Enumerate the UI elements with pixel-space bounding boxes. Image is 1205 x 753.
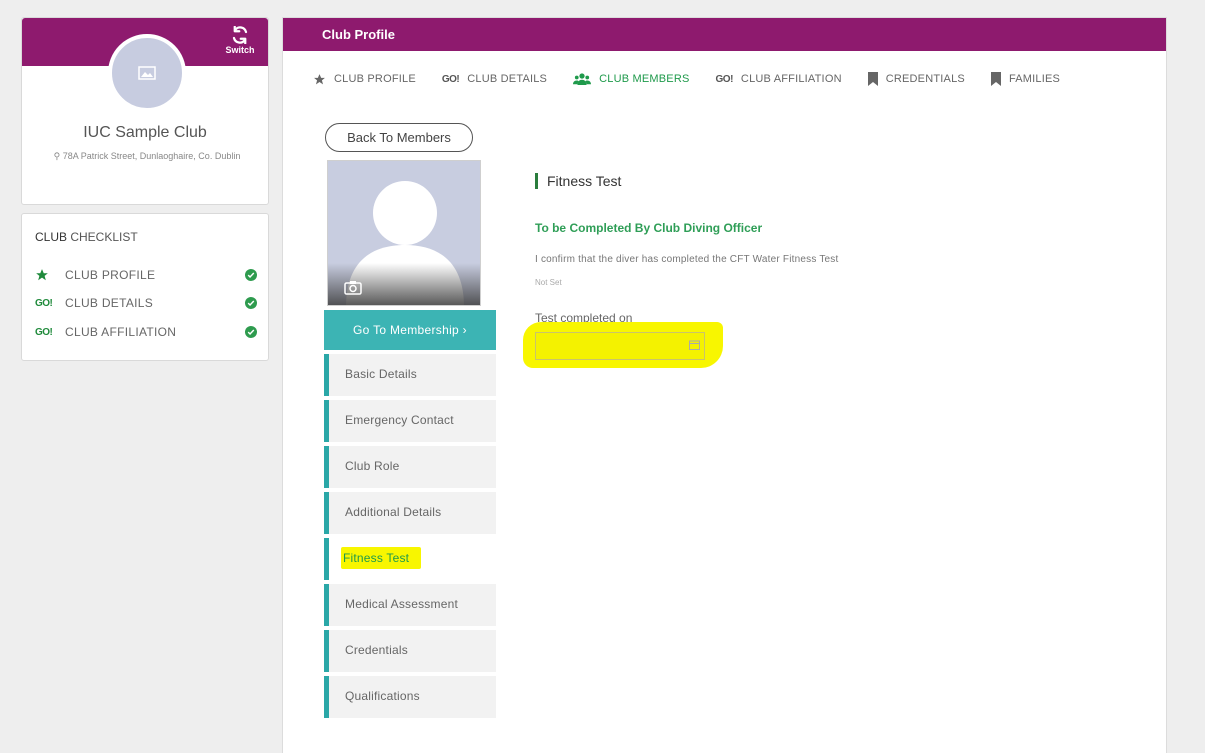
- member-photo[interactable]: [327, 160, 481, 306]
- nav-item-fitness-test[interactable]: Fitness Test: [324, 538, 496, 580]
- confirm-statement: I confirm that the diver has completed t…: [535, 254, 839, 265]
- panel-title: Club Profile: [283, 18, 1166, 51]
- check-circle-icon: [245, 297, 257, 309]
- club-address: ⚲ 78A Patrick Street, Dunlaoghaire, Co. …: [53, 151, 241, 161]
- switch-club-button[interactable]: Switch: [222, 26, 258, 55]
- check-circle-icon: [245, 326, 257, 338]
- club-name: IUC Sample Club: [83, 124, 207, 141]
- check-circle-icon: [245, 269, 257, 281]
- nav-item-medical-assessment[interactable]: Medical Assessment: [324, 584, 496, 626]
- checklist-item-club-details[interactable]: GO! CLUB DETAILS: [35, 294, 257, 312]
- completed-by-heading: To be Completed By Club Diving Officer: [535, 221, 763, 235]
- nav-item-club-role[interactable]: Club Role: [324, 446, 496, 488]
- club-profile-panel: Club Profile CLUB PROFILE GO! CLUB DETAI…: [282, 17, 1167, 753]
- go-to-membership-button[interactable]: Go To Membership ›: [324, 310, 496, 350]
- tab-families[interactable]: FAMILIES: [990, 72, 1060, 86]
- bookmark-icon: [867, 72, 878, 86]
- club-card: Switch IUC Sample Club ⚲ 78A Patrick Str…: [21, 17, 269, 205]
- camera-icon[interactable]: [344, 280, 362, 295]
- section-title: Fitness Test: [535, 173, 621, 189]
- checklist-item-club-profile[interactable]: CLUB PROFILE: [35, 266, 257, 284]
- profile-tabs: CLUB PROFILE GO! CLUB DETAILS CLUB MEMBE…: [313, 72, 1086, 86]
- tab-club-profile[interactable]: CLUB PROFILE: [313, 73, 416, 86]
- tab-club-details[interactable]: GO! CLUB DETAILS: [442, 73, 547, 85]
- nav-item-emergency-contact[interactable]: Emergency Contact: [324, 400, 496, 442]
- club-checklist: CLUB CHECKLIST CLUB PROFILE GO! CLUB DET…: [21, 213, 269, 361]
- refresh-icon: [232, 26, 248, 44]
- tab-club-members[interactable]: CLUB MEMBERS: [573, 73, 689, 85]
- go-icon: GO!: [35, 326, 53, 338]
- go-icon: GO!: [441, 73, 460, 85]
- club-avatar: [108, 34, 186, 112]
- checklist-item-club-affiliation[interactable]: GO! CLUB AFFILIATION: [35, 323, 257, 341]
- image-placeholder-icon: [138, 66, 156, 80]
- go-icon: GO!: [715, 73, 734, 85]
- nav-item-credentials[interactable]: Credentials: [324, 630, 496, 672]
- location-pin-icon: ⚲: [53, 151, 63, 161]
- member-side-nav: Go To Membership › Basic Details Emergen…: [324, 310, 496, 718]
- test-completed-date-input[interactable]: [535, 332, 705, 360]
- confirm-status: Not Set: [535, 278, 562, 287]
- calendar-icon[interactable]: [689, 340, 700, 350]
- nav-item-basic-details[interactable]: Basic Details: [324, 354, 496, 396]
- nav-item-label: Fitness Test: [341, 547, 422, 569]
- users-icon: [573, 73, 592, 85]
- nav-item-qualifications[interactable]: Qualifications: [324, 676, 496, 718]
- switch-label: Switch: [225, 45, 255, 55]
- checklist-title: CLUB CHECKLIST: [35, 230, 138, 244]
- go-icon: GO!: [35, 297, 53, 309]
- tab-club-affiliation[interactable]: GO! CLUB AFFILIATION: [716, 73, 842, 85]
- star-icon: [313, 73, 326, 86]
- star-icon: [35, 268, 65, 282]
- back-to-members-button[interactable]: Back To Members: [325, 123, 473, 152]
- bookmark-icon: [990, 72, 1001, 86]
- tab-credentials[interactable]: CREDENTIALS: [867, 72, 965, 86]
- nav-item-additional-details[interactable]: Additional Details: [324, 492, 496, 534]
